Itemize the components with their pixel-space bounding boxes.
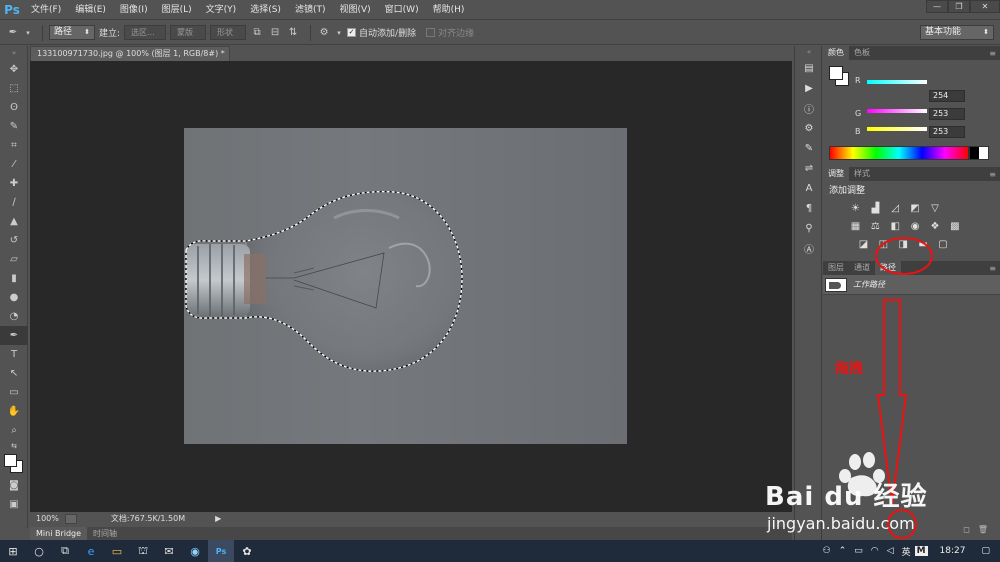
file-explorer-icon[interactable]: ▭: [104, 540, 130, 562]
volume-icon[interactable]: ◁: [883, 546, 898, 556]
highlight-circle-paths-tab: [875, 237, 933, 275]
task-view-icon[interactable]: ⧉: [52, 540, 78, 562]
drag-annotation-label: 拖拽: [835, 361, 863, 377]
foreground-color-chip[interactable]: [829, 66, 843, 80]
mail-icon[interactable]: ✉: [156, 540, 182, 562]
chevron-up-icon[interactable]: ⌃: [835, 546, 851, 556]
photoshop-window: Ps 文件(F) 编辑(E) 图像(I) 图层(L) 文字(Y) 选择(S) 滤…: [0, 0, 1000, 562]
ime-indicator[interactable]: M: [914, 546, 928, 556]
photoshop-taskbar-icon[interactable]: Ps: [208, 540, 234, 562]
network-icon[interactable]: ▭: [850, 546, 867, 556]
people-icon[interactable]: ⚇: [819, 546, 835, 556]
foreground-color-swatch[interactable]: [4, 454, 17, 467]
input-language[interactable]: 英: [898, 545, 915, 558]
windows-start-icon[interactable]: ⊞: [0, 540, 26, 562]
store-icon[interactable]: ⛫: [130, 540, 156, 562]
app-icon[interactable]: ◉: [182, 540, 208, 562]
edge-browser-icon[interactable]: e: [78, 540, 104, 562]
notification-icon[interactable]: ▢: [977, 546, 1000, 556]
watermark-url: jingyan.baidu.com: [767, 514, 915, 533]
watermark-brand: Bai du 经验: [765, 482, 928, 512]
search-icon[interactable]: ○: [26, 540, 52, 562]
windows-taskbar: ⊞ ○ ⧉ e ▭ ⛫ ✉ ◉ Ps ✿ ⚇ ⌃ ▭ ◠ ◁ 英 M 18:27…: [0, 540, 1000, 562]
clock[interactable]: 18:27: [928, 546, 978, 556]
baidu-watermark: Bai du 经验 jingyan.baidu.com: [755, 452, 995, 542]
system-tray: ⚇ ⌃ ▭ ◠ ◁ 英 M 18:27 ▢: [819, 545, 1000, 558]
app-icon-2[interactable]: ✿: [234, 540, 260, 562]
wifi-icon[interactable]: ◠: [867, 546, 883, 556]
